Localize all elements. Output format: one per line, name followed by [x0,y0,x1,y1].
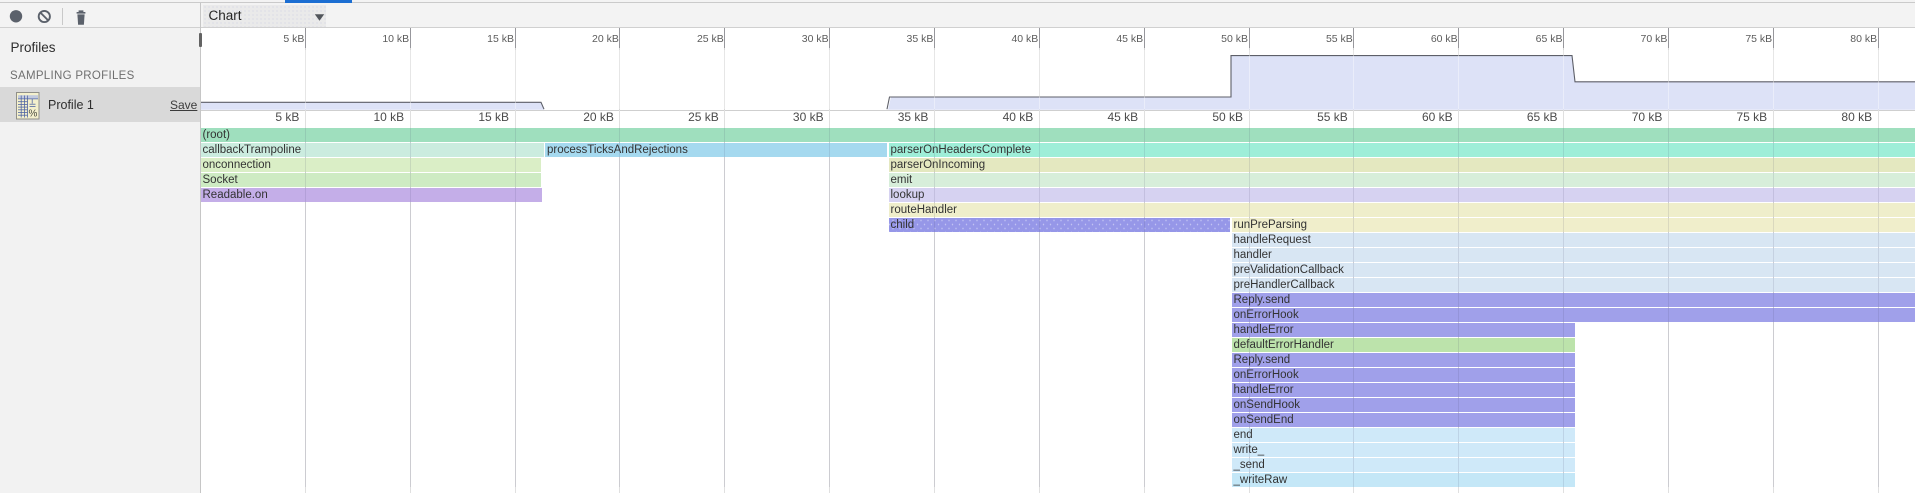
svg-text:%: % [29,109,38,120]
